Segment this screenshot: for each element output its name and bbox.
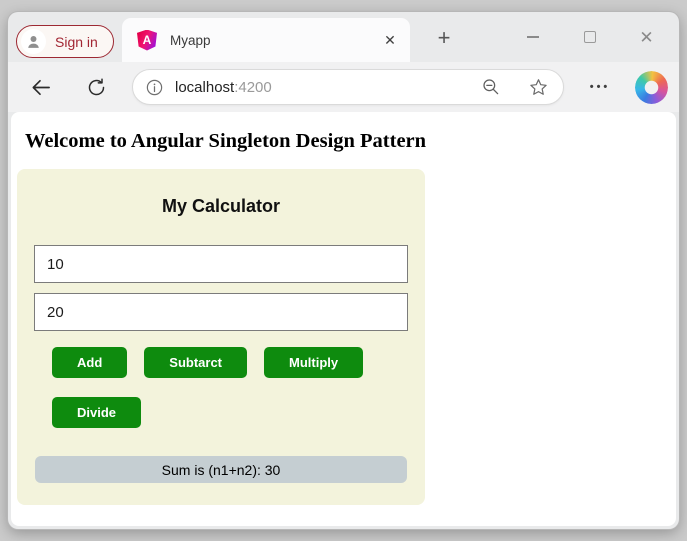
browser-window: Sign in A Myapp ✕ + ✕ [8, 12, 679, 529]
tab-close-icon[interactable]: ✕ [378, 28, 402, 52]
angular-logo-icon: A [137, 30, 157, 51]
url-host: localhost [175, 79, 234, 96]
sign-in-label: Sign in [55, 34, 98, 50]
browser-tab-myapp[interactable]: A Myapp ✕ [122, 18, 410, 62]
button-row-2: Divide [52, 397, 408, 428]
maximize-icon [584, 31, 596, 43]
zoom-out-icon[interactable] [481, 77, 501, 97]
url-text[interactable]: localhost:4200 [175, 79, 481, 96]
refresh-button[interactable] [82, 73, 110, 101]
back-button[interactable] [26, 73, 54, 101]
angular-logo-letter: A [143, 33, 152, 47]
add-button[interactable]: Add [52, 347, 127, 378]
subtract-button[interactable]: Subtarct [144, 347, 247, 378]
minimize-button[interactable] [504, 18, 561, 56]
result-bar: Sum is (n1+n2): 30 [35, 456, 407, 483]
number1-input[interactable] [34, 245, 408, 283]
close-icon: ✕ [639, 29, 653, 46]
url-port: :4200 [234, 79, 272, 96]
maximize-button[interactable] [561, 18, 618, 56]
close-window-button[interactable]: ✕ [618, 18, 675, 56]
address-bar[interactable]: localhost:4200 [132, 69, 564, 105]
calculator-panel: My Calculator Add Subtarct Multiply Divi… [17, 169, 425, 505]
multiply-button[interactable]: Multiply [264, 347, 363, 378]
settings-menu-button[interactable]: ••• [586, 73, 614, 101]
window-controls: ✕ [504, 16, 675, 58]
back-arrow-icon [29, 76, 52, 99]
tab-title: Myapp [170, 33, 378, 48]
favorite-star-icon[interactable] [528, 77, 549, 98]
navigation-bar: localhost:4200 ••• [8, 62, 679, 112]
avatar [21, 29, 46, 54]
sign-in-button[interactable]: Sign in [16, 25, 114, 58]
calculator-title: My Calculator [34, 169, 408, 217]
person-icon [25, 33, 42, 50]
page-title: Welcome to Angular Singleton Design Patt… [25, 130, 676, 153]
tab-strip: Sign in A Myapp ✕ + ✕ [8, 12, 679, 62]
new-tab-button[interactable]: + [429, 23, 459, 53]
site-info-icon[interactable] [145, 78, 164, 97]
divide-button[interactable]: Divide [52, 397, 141, 428]
refresh-icon [86, 77, 107, 98]
number2-input[interactable] [34, 293, 408, 331]
button-row-1: Add Subtarct Multiply [52, 347, 408, 378]
web-page-content: Welcome to Angular Singleton Design Patt… [11, 112, 676, 526]
copilot-icon[interactable] [635, 71, 668, 104]
desktop-background: Sign in A Myapp ✕ + ✕ [0, 0, 687, 541]
minimize-icon [527, 36, 539, 38]
